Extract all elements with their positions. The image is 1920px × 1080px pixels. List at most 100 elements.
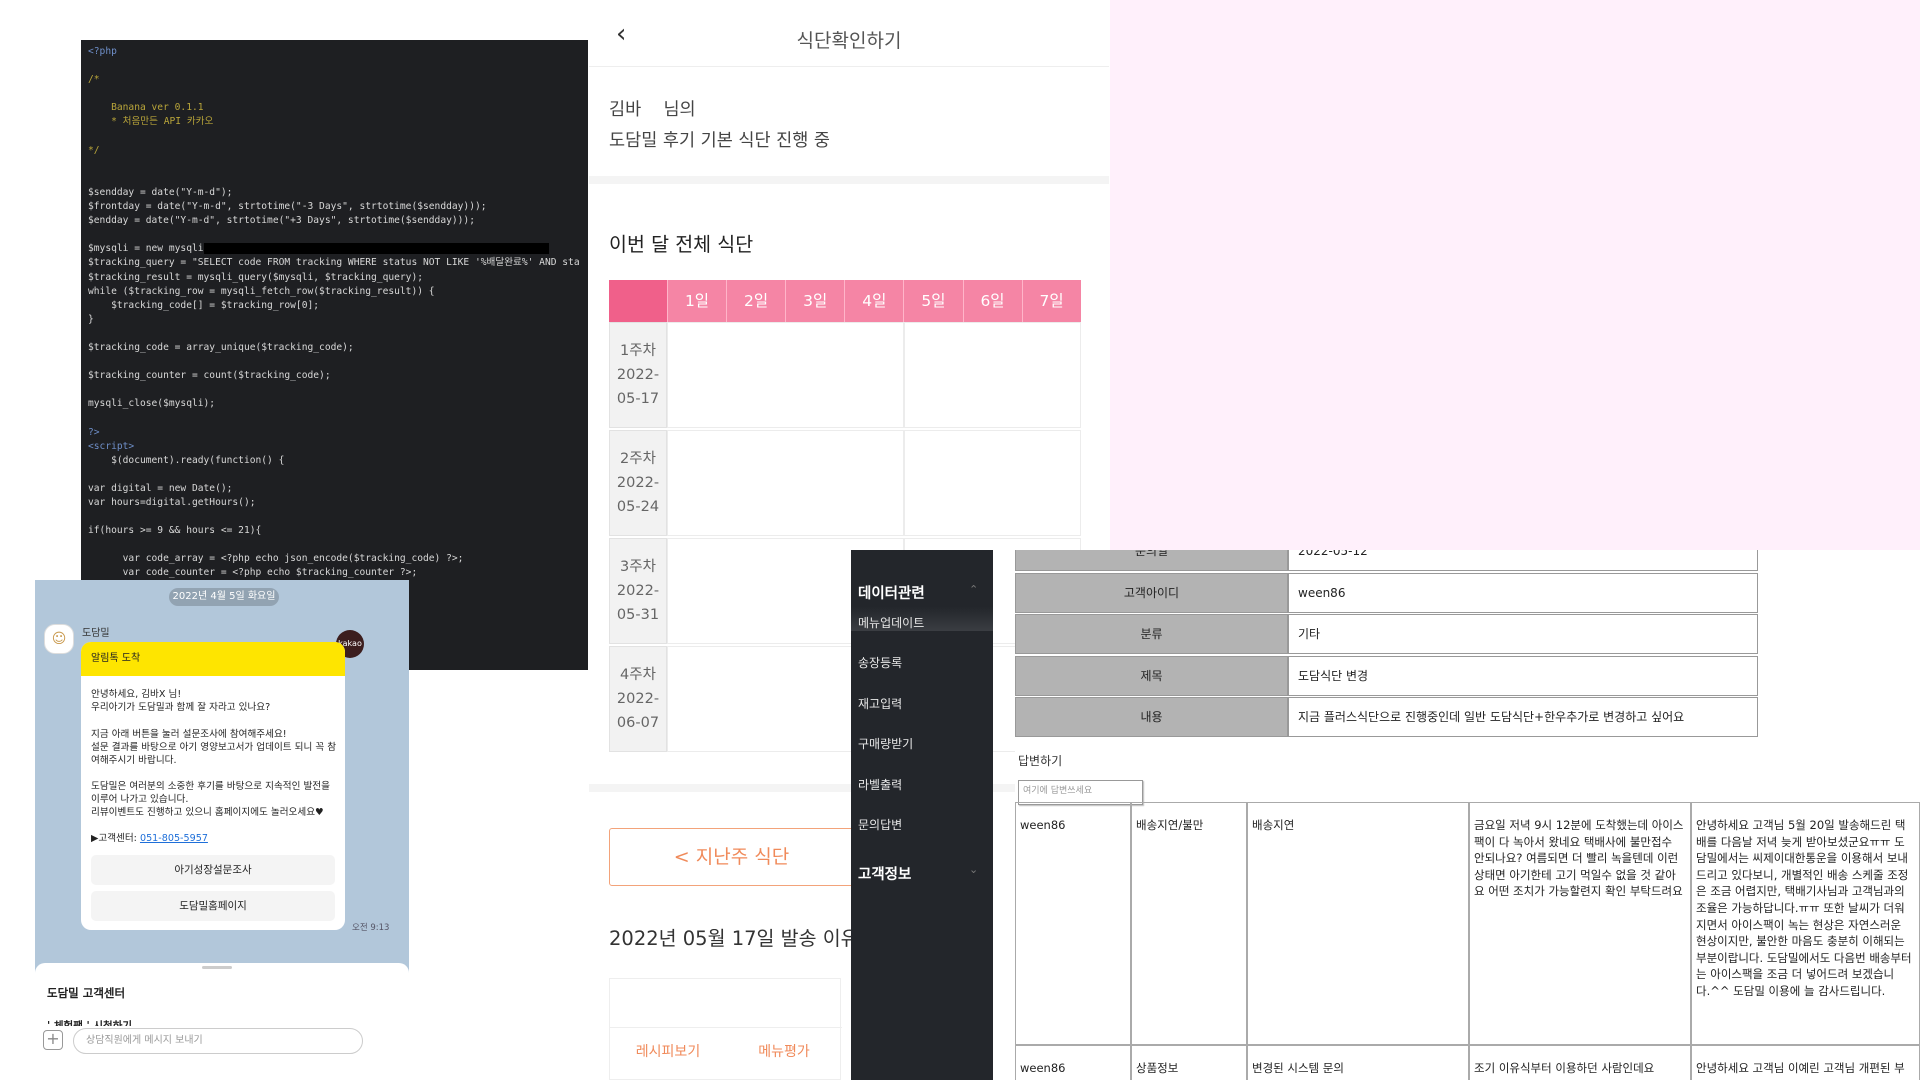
sidebar-item[interactable]: 재고입력 [858,695,902,712]
code-line: $tracking_code[] = $tracking_row[0]; [88,299,320,311]
chevron-up-icon[interactable]: ⌄ [969,582,978,595]
section-title: 이번 달 전체 식단 [609,233,754,256]
sheet-handle[interactable] [202,966,232,969]
bubble-header: 알림톡 도착 [81,642,345,676]
background-band [1110,0,1920,550]
sidebar-section-data[interactable]: 데이터관련 [858,582,925,603]
survey-button[interactable]: 아기성장설문조사 [91,855,335,885]
contact-line: ▶고객센터: 051-805-5957 [91,832,339,845]
code-line: $mysqli = new mysqli [88,243,204,255]
code-line: var code_array = <?php echo json_encode(… [88,553,464,565]
code-line: } [88,313,94,325]
info-value: 기타 [1288,614,1758,654]
code-line: $(document).ready(function() { [88,454,285,466]
code-line: $sendday = date("Y-m-d"); [88,186,233,198]
calendar-day-header: 7일 [1021,280,1081,322]
redacted-block [203,242,549,254]
admin-sidebar: 데이터관련 ⌄ 메뉴업데이트송장등록재고입력구매량받기라벨출력문의답변 고객정보… [851,550,993,1080]
info-value: 지금 플러스식단으로 진행중인데 일반 도담식단+한우추가로 변경하고 싶어요 [1288,697,1758,737]
prev-week-button[interactable]: < 지난주 식단 [609,828,854,886]
calendar-day-header: 1일 [667,280,726,322]
message-review-text: 도담밀은 여러분의 소중한 후기를 바탕으로 지속적인 발전을 이루어 나가고 … [91,781,330,818]
code-line: */ [88,144,100,156]
code-line: var hours=digital.getHours(); [88,497,256,508]
code-line: <?php [88,46,117,57]
code-line: $tracking_query = "SELECT code FROM trac… [88,257,580,269]
table-cell-content: 금요일 저녁 9시 12분에 도착했는데 아이스팩이 다 녹아서 왔네요 택배사… [1469,802,1691,1045]
sidebar-section-customer[interactable]: 고객정보 [858,863,911,884]
calendar-week-label: 3주차 2022- 05-31 [609,538,667,644]
table-cell-category: 배송지연/불만 [1131,802,1247,1045]
avatar-icon: ☺ [44,624,74,654]
homepage-button[interactable]: 도담밀홈페이지 [91,891,335,921]
calendar-week-label: 4주차 2022- 06-07 [609,646,667,752]
message-time: 오전 9:13 [352,923,390,933]
message-greeting: 안녕하세요, 김바X 님! 우리아기가 도담밀과 함께 잘 자라고 있나요? [91,689,271,713]
sidebar-item[interactable]: 송장등록 [858,654,902,671]
divider [610,1027,842,1028]
sidebar-item[interactable]: 문의답변 [858,816,902,833]
sender-name: 도담밀 [82,628,110,639]
plus-icon[interactable]: + [43,1030,63,1050]
page-title: 식단확인하기 [796,30,902,52]
calendar-week-cell[interactable] [667,322,904,428]
section-divider [589,176,1109,184]
code-line: var digital = new Date(); [88,482,233,494]
meal-card: 레시피보기 메뉴평가 [609,978,842,1080]
info-label: 고객아이디 [1015,572,1288,613]
code-line: $endday = date("Y-m-d", strtotime("+3 Da… [88,215,475,227]
table-cell-title: 배송지연 [1247,802,1469,1045]
calendar-header: 1일 2일 3일 4일 5일 6일 7일 [609,280,1081,322]
table-cell-answer: 안녕하세요 고객님 5월 20일 발송해드린 택배를 다음날 저녁 늦게 받아보… [1691,802,1920,1045]
chevron-down-icon[interactable]: ⌄ [969,863,978,876]
calendar-week-cell[interactable] [667,430,904,536]
recipe-button[interactable]: 레시피보기 [610,1041,726,1061]
calendar-corner [609,280,667,322]
info-label: 내용 [1015,697,1288,737]
calendar-day-header: 5일 [903,280,962,322]
plan-status: 도담밀 후기 기본 식단 진행 중 [609,131,831,151]
code-line: var code_counter = <?php echo $tracking_… [88,567,418,579]
info-label: 분류 [1015,614,1288,654]
sidebar-item[interactable]: 메뉴업데이트 [858,614,924,631]
user-name-line: 김바 님의 [609,100,696,120]
contact-phone-link[interactable]: 051-805-5957 [140,833,208,844]
calendar-day-header: 3일 [785,280,844,322]
table-cell-content: 조기 이유식부터 이용하던 사람인데요 [1469,1045,1691,1080]
table-cell-id: ween86 [1015,1045,1131,1080]
calendar-week-cell[interactable] [904,322,1081,428]
inquiry-detail: 문의일 2022-05-12 고객아이디 ween86 분류 기타 제목 도담식단 변경 내용 지… [1015,550,1920,1080]
sidebar-item[interactable]: 구매량받기 [858,735,913,752]
calendar-week-label: 1주차 2022- 05-17 [609,322,667,428]
message-input[interactable]: 상담직원에게 메시지 보내기 [73,1028,363,1054]
code-line: $tracking_counter = count($tracking_code… [88,370,331,382]
code-line: * 처음만든 API 카카오 [88,116,214,128]
info-value: ween86 [1288,572,1758,613]
info-value: 도담식단 변경 [1288,655,1758,696]
table-cell-id: ween86 [1015,802,1131,1045]
sheet-title: 도담밀 고객센터 [47,986,126,1000]
calendar-week-cell[interactable] [904,430,1081,536]
reply-label: 답변하기 [1018,754,1063,768]
info-value: 2022-05-12 [1288,550,1758,571]
code-line: ?> [88,426,100,438]
table-cell-title: 변경된 시스템 문의 [1247,1045,1469,1080]
code-editor[interactable]: <?php /* Banana ver 0.1.1 * 처음만든 API 카카오 *… [81,40,588,670]
code-line: Banana ver 0.1.1 [88,102,204,114]
code-line: $tracking_code = array_unique($tracking_… [88,341,354,353]
sidebar-item[interactable]: 라벨출력 [858,776,902,793]
menu-review-button[interactable]: 메뉴평가 [726,1041,842,1061]
code-line: $tracking_result = mysqli_query($mysqli,… [88,271,424,283]
message-bubble: 알림톡 도착 안녕하세요, 김바X 님! 우리아기가 도담밀과 함께 잘 자라고… [81,642,345,930]
chat-date: 2022년 4월 5일 화요일 [169,588,279,606]
code-line: /* [88,74,100,86]
table-cell-answer: 안녕하세요 고객님 이예린 고객님 개편된 부분 [1691,1045,1920,1080]
